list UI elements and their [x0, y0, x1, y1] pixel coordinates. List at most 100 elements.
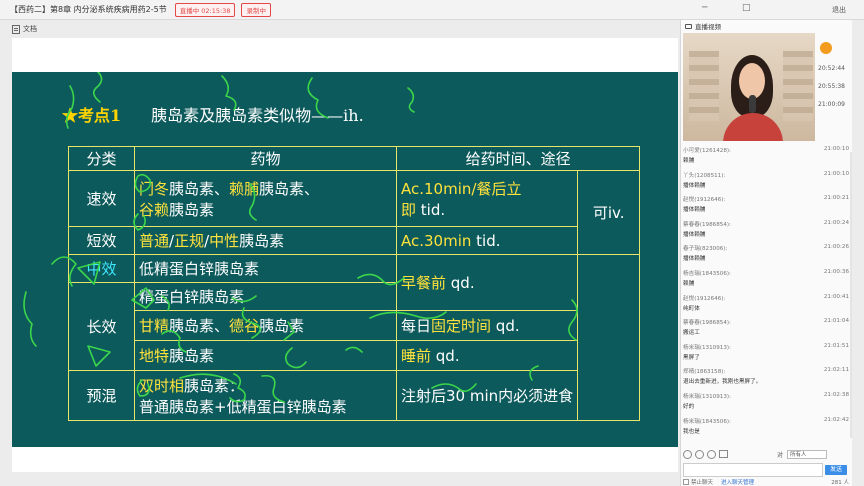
avatar-icon: [820, 42, 832, 54]
logout-button[interactable]: 退出: [832, 5, 846, 15]
chat-message: 小可爱(1261428): 21:00:10 赖脯: [683, 144, 851, 169]
drug-highlight: 甘精: [139, 317, 170, 335]
category-cell: 长效: [68, 282, 135, 371]
chat-text: 赖脯: [683, 158, 695, 164]
chat-time: 21:00:36: [823, 268, 849, 275]
chat-text: 好的: [683, 403, 695, 410]
chat-time: 21:00:10: [823, 170, 849, 177]
chat-manage-link[interactable]: 进入聊天管理: [721, 478, 754, 486]
chat-message: 蔡春春(1986854): 21:01:04 搬运工: [683, 316, 851, 341]
time-cell: 睡前 qd.: [395, 340, 579, 371]
right-panel: 直播视频 20:52:44 20:55:38 21:00:09 小可爱(1261…: [680, 20, 852, 486]
chat-footer: 禁止聊天 进入聊天管理 281 人: [683, 478, 851, 486]
chat-sender: 杨米瑞(1843506):: [683, 418, 731, 425]
drug-cell: 精蛋白锌胰岛素: [134, 282, 397, 311]
insulin-table: 分类 药物 给药时间、途径 速效 门冬胰岛素、赖脯胰岛素、 谷赖胰岛素 Ac.1…: [68, 146, 641, 421]
chat-sender: 赵悦(1912646):: [683, 295, 726, 302]
drug-highlight: 谷赖: [139, 200, 170, 219]
drug-highlight: 德谷: [229, 317, 260, 335]
drug-cell: 普通/正规/中性胰岛素: [134, 226, 397, 255]
route-cell-empty: [577, 254, 641, 421]
minimize-icon[interactable]: ─: [702, 3, 707, 13]
chat-text: 播体赖脯: [683, 256, 706, 263]
chat-message: 杨米瑞(1310913): 21:01:51 黑屏了: [683, 341, 851, 366]
chat-list: 小可爱(1261428): 21:00:10 赖脯 丫头(1208511): 21:0…: [683, 144, 851, 444]
category-cell: 中效: [68, 254, 135, 283]
table-row: 预混 双时相胰岛素： 普通胰岛素+低精蛋白锌胰岛素 注射后30 min内必须进食: [68, 370, 640, 421]
time-text: tid.: [416, 200, 446, 219]
time-text: 每日: [401, 317, 432, 335]
drug-text: 胰岛素: [169, 347, 215, 365]
time-text: qd.: [446, 274, 475, 292]
chat-text: 我也是: [683, 428, 700, 435]
drug-highlight: 普通: [139, 232, 170, 250]
video-shelf: [689, 51, 719, 121]
time-cell: 每日固定时间 qd.: [395, 310, 579, 341]
chat-sender: 杨米瑞(1310913):: [683, 344, 731, 351]
ink-stroke: [23, 291, 37, 347]
drug-highlight: 中性: [209, 232, 240, 250]
document-viewer: ★考点1 胰岛素及胰岛素类似物——ih. 分类 药物 给药时间、途径 速效 门冬胰…: [12, 38, 678, 472]
chat-scrollbar[interactable]: [850, 152, 852, 438]
document-tab[interactable]: 文档: [12, 21, 678, 37]
mute-label: 禁止聊天: [691, 480, 714, 486]
video-shelf: [783, 51, 813, 121]
chat-time: 21:02:11: [823, 367, 849, 374]
chat-message: 春子瑞(823006): 21:00:26 播体赖脯: [683, 242, 851, 267]
image-icon[interactable]: [719, 450, 728, 458]
flower-icon[interactable]: [695, 449, 704, 459]
kaodian-label: 考点1: [78, 106, 122, 125]
chat-text: 赖脯: [683, 280, 695, 287]
drug-cell: 门冬胰岛素、赖脯胰岛素、 谷赖胰岛素: [134, 170, 397, 227]
drug-cell: 地特胰岛素: [134, 340, 397, 371]
time-highlight: 即: [401, 200, 417, 219]
gift-icon[interactable]: [707, 449, 716, 459]
chat-time: 21:00:26: [823, 244, 849, 251]
time-cell: 注射后30 min内必须进食: [395, 370, 579, 421]
chat-time: 21:02:38: [823, 391, 849, 398]
chat-time: 21:00:21: [823, 195, 849, 202]
chat-toolbar: 对 所有人: [683, 448, 851, 460]
ink-stroke: [92, 72, 103, 103]
time-highlight: 早餐前: [401, 274, 447, 292]
time-highlight: 固定时间: [431, 317, 492, 335]
timestamp: 20:55:38: [818, 83, 845, 90]
chat-time: 21:00:24: [823, 219, 849, 226]
time-text: Ac.10min/餐后立: [401, 179, 522, 198]
online-count: 281 人: [831, 480, 849, 486]
live-badge: 直播中 02:15:38: [174, 2, 236, 17]
live-video[interactable]: [683, 33, 815, 141]
chat-message: 蔡春春(1986854): 21:00:24 播体赖脯: [683, 218, 851, 243]
time-text: qd.: [431, 347, 460, 365]
header-drug: 药物: [134, 146, 397, 171]
time-highlight: 睡前: [401, 347, 432, 365]
chat-sender: 郑晴(1863158):: [683, 369, 726, 376]
mute-checkbox[interactable]: [683, 479, 689, 485]
time-highlight: Ac.30min: [401, 231, 472, 250]
drug-text: 胰岛素: [259, 317, 305, 335]
drug-highlight: 地特: [139, 347, 170, 365]
document-icon: [12, 24, 20, 34]
chat-text: 播体赖脯: [683, 207, 706, 214]
table-row: 甘精胰岛素、德谷胰岛素 每日固定时间 qd.: [69, 310, 640, 341]
drug-cell: 甘精胰岛素、德谷胰岛素: [134, 310, 397, 341]
chat-time: 21:00:10: [823, 146, 849, 152]
chat-text: 播体赖脯: [683, 231, 706, 238]
star-icon: ★: [62, 106, 79, 125]
chat-time: 21:00:41: [823, 293, 849, 300]
chat-sender: 杨吉瑞(1843506):: [683, 270, 731, 277]
chat-sender: 春子瑞(823006):: [683, 246, 728, 253]
send-button[interactable]: 发送: [825, 465, 847, 475]
chat-input[interactable]: [683, 463, 823, 477]
time-cell: Ac.30min tid.: [395, 226, 579, 255]
recipient-select[interactable]: 所有人: [787, 449, 828, 459]
window-title: 【西药二】第8章 内分泌系统疾病用药2-5节: [10, 5, 167, 14]
chat-text: 黑屏了: [683, 354, 700, 361]
maximize-icon[interactable]: □: [742, 3, 751, 13]
chat-text: 退出去重新进，我刚也黑屏了。: [683, 379, 762, 386]
chat-message: 郑晴(1863158): 21:02:11 退出去重新进，我刚也黑屏了。: [683, 365, 851, 390]
time-text: qd.: [491, 317, 520, 335]
category-cell: 速效: [68, 170, 135, 227]
emoji-icon[interactable]: [683, 449, 692, 459]
chat-message: 赵悦(1912646): 21:00:41 纯町体: [683, 292, 851, 317]
